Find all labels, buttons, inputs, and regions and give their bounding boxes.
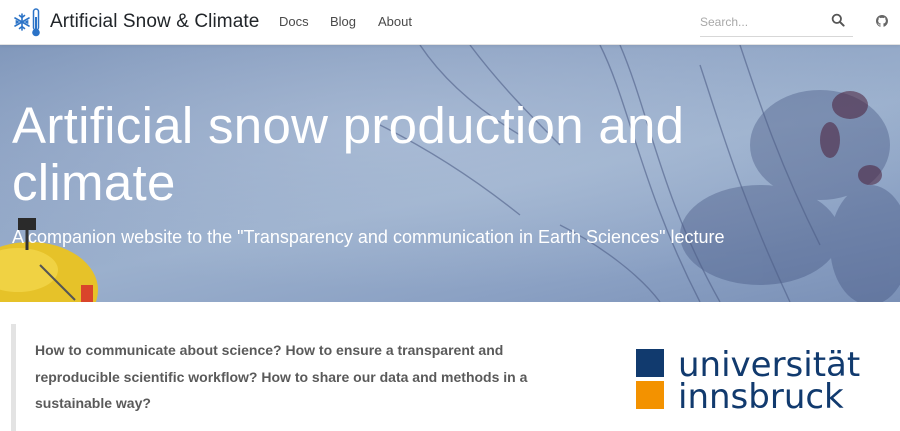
hero-subtitle: A companion website to the "Transparency… [12, 227, 725, 247]
logo-text-innsbruck: innsbruck [678, 377, 844, 411]
search-box [700, 8, 853, 37]
github-icon[interactable] [876, 15, 888, 27]
snow-thermometer-logo-icon [14, 8, 40, 37]
brand-link[interactable]: Artificial Snow & Climate [12, 6, 259, 38]
search-icon[interactable] [831, 13, 845, 27]
top-navbar: Artificial Snow & Climate Docs Blog Abou… [0, 0, 900, 45]
brand-title: Artificial Snow & Climate [50, 11, 260, 32]
nav-link-blog[interactable]: Blog [330, 14, 356, 29]
hero-title: Artificial snow production and climate [12, 97, 685, 211]
nav-link-docs[interactable]: Docs [279, 14, 309, 29]
nav-link-about[interactable]: About [378, 14, 412, 29]
search-input[interactable] [700, 12, 825, 32]
hero-banner: Artificial snow production and climate A… [0, 45, 900, 302]
intro-text: How to communicate about science? How to… [35, 342, 528, 411]
university-innsbruck-logo[interactable]: universität innsbruck [636, 349, 868, 411]
intro-blockquote: How to communicate about science? How to… [11, 324, 536, 431]
